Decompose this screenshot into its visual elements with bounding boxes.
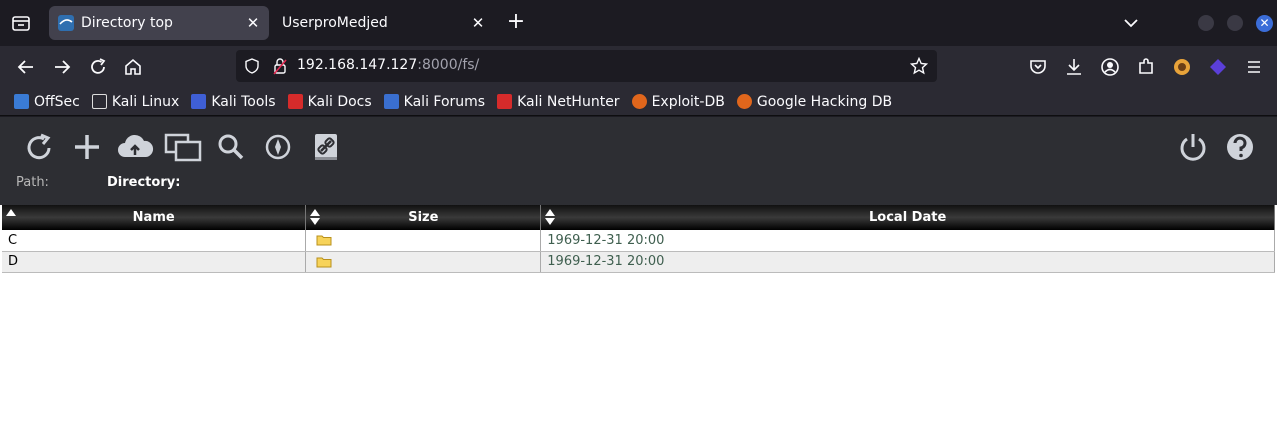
foxyproxy-icon[interactable] <box>1171 56 1193 78</box>
file-table: Name Size Local Date C 1969-12-31 20:00 … <box>2 205 1275 273</box>
column-header-name[interactable]: Name <box>2 205 307 230</box>
add-icon[interactable] <box>70 131 104 163</box>
folder-icon <box>316 257 332 267</box>
table-row[interactable]: D 1969-12-31 20:00 <box>2 251 1275 273</box>
bookmark-kali-docs[interactable]: Kali Docs <box>287 94 372 110</box>
window-close-button[interactable]: ✕ <box>1256 15 1273 32</box>
shield-icon[interactable] <box>244 58 260 74</box>
row-date: 1969-12-31 20:00 <box>540 251 1275 273</box>
bookmark-exploit-db[interactable]: Exploit-DB <box>631 94 725 110</box>
ghdb-icon <box>736 94 752 109</box>
bookmark-star-icon[interactable] <box>910 57 928 75</box>
bookmark-kali-linux[interactable]: Kali Linux <box>91 94 179 110</box>
windows-icon[interactable] <box>164 131 202 163</box>
tab-title: UserproMedjed <box>282 15 388 31</box>
url-text: 192.168.147.127:8000/fs/ <box>297 57 479 73</box>
tab-close-icon[interactable]: ✕ <box>241 11 265 35</box>
tab-directory-top[interactable]: Directory top ✕ <box>49 6 269 40</box>
wappalyzer-icon[interactable] <box>1207 56 1229 78</box>
forward-arrow-icon[interactable] <box>51 56 73 78</box>
tab-userpromedjed[interactable]: UserproMedjed ✕ <box>268 6 494 40</box>
path-label: Path: <box>16 175 49 190</box>
minimize-button[interactable] <box>1198 15 1214 31</box>
table-header-row: Name Size Local Date <box>2 205 1275 230</box>
home-icon[interactable] <box>122 56 144 78</box>
downloads-icon[interactable] <box>1063 56 1085 78</box>
column-header-size[interactable]: Size <box>305 205 542 230</box>
back-arrow-icon[interactable] <box>15 56 37 78</box>
bookmark-kali-forums[interactable]: Kali Forums <box>383 94 485 110</box>
row-size <box>305 251 542 273</box>
address-bar[interactable]: 192.168.147.127:8000/fs/ <box>236 50 937 82</box>
bookmark-offsec[interactable]: OffSec <box>14 94 80 110</box>
compass-icon[interactable] <box>261 131 295 163</box>
file-manager-app: Path: Directory: Name Size Local Date C … <box>0 117 1277 424</box>
bookmarks-toolbar: OffSec Kali Linux Kali Tools Kali Docs K… <box>0 88 1277 116</box>
bookmark-kali-nethunter[interactable]: Kali NetHunter <box>497 94 620 110</box>
row-size <box>305 230 542 252</box>
maximize-button[interactable] <box>1227 15 1243 31</box>
insecure-lock-icon[interactable] <box>273 57 287 75</box>
chevron-down-icon[interactable] <box>1122 14 1140 32</box>
new-tab-button[interactable]: + <box>505 11 527 34</box>
bookmark-google-hacking-db[interactable]: Google Hacking DB <box>736 94 892 110</box>
folder-icon <box>316 235 332 246</box>
row-name[interactable]: C <box>2 230 307 252</box>
kali-forums-icon <box>383 94 399 109</box>
row-name[interactable]: D <box>2 251 307 273</box>
sort-icon[interactable] <box>545 208 556 226</box>
directory-label: Directory: <box>107 175 181 190</box>
kali-favicon-icon <box>58 15 74 31</box>
nav-toolbar: 192.168.147.127:8000/fs/ <box>0 46 1277 88</box>
nethunter-icon <box>497 94 513 109</box>
power-icon[interactable] <box>1176 131 1210 163</box>
cloud-upload-icon[interactable] <box>116 131 154 163</box>
table-row[interactable]: C 1969-12-31 20:00 <box>2 230 1275 252</box>
tab-close-icon[interactable]: ✕ <box>466 11 490 35</box>
url-path: :8000/fs/ <box>417 57 480 73</box>
url-host: 192.168.147.127 <box>297 57 418 73</box>
tab-title: Directory top <box>81 15 173 31</box>
bookmark-kali-tools[interactable]: Kali Tools <box>191 94 276 110</box>
tab-list-icon[interactable] <box>10 12 32 34</box>
column-header-local-date[interactable]: Local Date <box>540 205 1275 230</box>
sort-icon[interactable] <box>310 208 321 226</box>
offsec-icon <box>14 94 29 109</box>
extensions-icon[interactable] <box>1135 56 1157 78</box>
refresh-icon[interactable] <box>22 131 56 163</box>
exploit-db-icon <box>631 94 647 109</box>
help-icon[interactable] <box>1223 131 1257 163</box>
kali-tools-icon <box>191 94 207 109</box>
pocket-icon[interactable] <box>1027 56 1049 78</box>
reload-icon[interactable] <box>87 56 109 78</box>
row-date: 1969-12-31 20:00 <box>540 230 1275 252</box>
tab-strip: Directory top ✕ UserproMedjed ✕ + ✕ <box>0 0 1277 46</box>
kali-docs-icon <box>287 94 303 109</box>
kali-dragon-icon <box>91 94 107 109</box>
hamburger-menu-icon[interactable] <box>1243 56 1265 78</box>
search-icon[interactable] <box>214 131 248 163</box>
sort-ascending-icon[interactable] <box>6 208 16 226</box>
account-icon[interactable] <box>1099 56 1121 78</box>
app-toolbar: Path: Directory: <box>0 117 1277 205</box>
link-document-icon[interactable] <box>309 131 343 163</box>
